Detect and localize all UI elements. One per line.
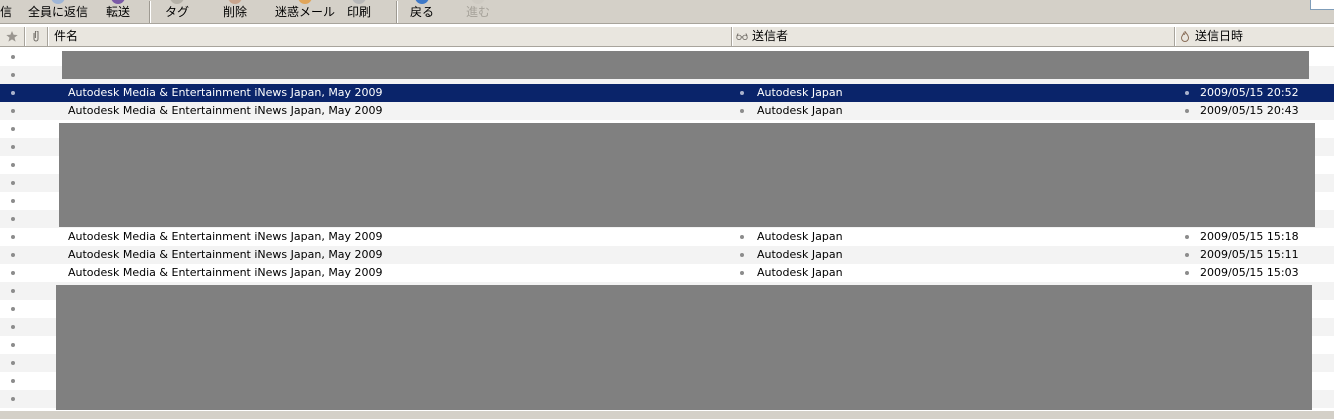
table-row[interactable]: Autodesk Media & Entertainment iNews Jap…: [0, 102, 1334, 120]
junk-label: 迷惑メール: [275, 5, 336, 19]
back-label: 戻る: [410, 5, 435, 19]
message-sender: Autodesk Japan: [757, 86, 843, 99]
message-subject: Autodesk Media & Entertainment iNews Jap…: [68, 86, 383, 99]
message-subject: Autodesk Media & Entertainment iNews Jap…: [68, 104, 383, 117]
column-subject-label: 件名: [54, 29, 79, 43]
column-date[interactable]: 送信日時: [1175, 27, 1334, 46]
unread-dot: [11, 145, 15, 149]
column-sender-label: 送信者: [752, 29, 789, 43]
forward-label: 転送: [106, 5, 131, 19]
unread-dot: [11, 73, 15, 77]
date-dot: [1185, 91, 1189, 95]
message-subject: Autodesk Media & Entertainment iNews Jap…: [68, 248, 383, 261]
message-subject: Autodesk Media & Entertainment iNews Jap…: [68, 266, 383, 279]
back-button[interactable]: 戻る: [410, 0, 435, 22]
unread-dot: [11, 109, 15, 113]
unread-dot: [11, 163, 15, 167]
unread-dot: [11, 271, 15, 275]
sender-dot: [740, 271, 744, 275]
table-row[interactable]: Autodesk Media & Entertainment iNews Jap…: [0, 228, 1334, 246]
tag-icon: [170, 0, 184, 4]
unread-dot: [11, 397, 15, 401]
sender-dot: [740, 235, 744, 239]
sender-dot: [740, 253, 744, 257]
redacted-block: [62, 51, 1309, 79]
forward-button[interactable]: 転送: [106, 0, 131, 22]
message-sender: Autodesk Japan: [757, 230, 843, 243]
printer-icon: [352, 0, 366, 4]
message-date: 2009/05/15 15:03: [1200, 266, 1299, 279]
delete-icon: [228, 0, 242, 4]
reply-button[interactable]: 信: [0, 2, 12, 22]
sender-dot: [740, 109, 744, 113]
message-list-header: 件名 送信者 送信日時: [0, 26, 1334, 47]
date-dot: [1185, 253, 1189, 257]
delete-label: 削除: [223, 5, 248, 19]
column-date-label: 送信日時: [1195, 29, 1244, 43]
message-sender: Autodesk Japan: [757, 266, 843, 279]
reply-all-label: 全員に返信: [28, 5, 89, 19]
print-label: 印刷: [347, 5, 372, 19]
message-sender: Autodesk Japan: [757, 248, 843, 261]
message-date: 2009/05/15 20:43: [1200, 104, 1299, 117]
unread-dot: [11, 325, 15, 329]
unread-dot: [11, 361, 15, 365]
redacted-block: [56, 285, 1312, 411]
column-subject[interactable]: 件名: [48, 27, 732, 46]
junk-icon: [298, 0, 312, 4]
unread-dot: [11, 55, 15, 59]
unread-dot: [11, 235, 15, 239]
column-star[interactable]: [0, 27, 25, 46]
star-icon: [6, 31, 18, 42]
column-sender[interactable]: 送信者: [732, 27, 1175, 46]
unread-dot: [11, 253, 15, 257]
date-dot: [1185, 271, 1189, 275]
unread-dot: [11, 199, 15, 203]
paperclip-icon: [33, 31, 39, 42]
date-dot: [1185, 109, 1189, 113]
message-date: 2009/05/15 20:52: [1200, 86, 1299, 99]
message-sender: Autodesk Japan: [757, 104, 843, 117]
column-attachment[interactable]: [25, 27, 48, 46]
table-row[interactable]: Autodesk Media & Entertainment iNews Jap…: [0, 264, 1334, 282]
search-input[interactable]: [1310, 0, 1334, 10]
tag-button[interactable]: タグ: [165, 0, 190, 22]
unread-dot: [11, 181, 15, 185]
unread-dot: [11, 127, 15, 131]
unread-dot: [11, 289, 15, 293]
message-date: 2009/05/15 15:18: [1200, 230, 1299, 243]
reply-label: 信: [0, 5, 13, 19]
reply-all-icon: [51, 0, 65, 4]
table-row[interactable]: Autodesk Media & Entertainment iNews Jap…: [0, 84, 1334, 102]
delete-button[interactable]: 削除: [223, 0, 248, 22]
glasses-icon: [736, 33, 748, 41]
toolbar-separator: [396, 1, 397, 23]
unread-dot: [11, 217, 15, 221]
unread-dot: [11, 343, 15, 347]
back-arrow-icon: [415, 0, 429, 4]
tag-label: タグ: [165, 5, 190, 19]
toolbar-separator: [149, 1, 150, 23]
date-dot: [1185, 235, 1189, 239]
forward-arrow-icon: [471, 0, 485, 4]
sender-dot: [740, 91, 744, 95]
unread-dot: [11, 91, 15, 95]
forward-nav-label: 進む: [466, 5, 491, 19]
print-button[interactable]: 印刷: [347, 0, 372, 22]
reply-all-button[interactable]: 全員に返信: [28, 0, 89, 22]
junk-button[interactable]: 迷惑メール: [275, 0, 336, 22]
redacted-block: [59, 123, 1315, 227]
unread-dot: [11, 379, 15, 383]
flame-icon: [1180, 31, 1190, 42]
mail-toolbar: 信 全員に返信 転送 タグ 削除 迷惑メール 印刷 戻る 進む: [0, 0, 1334, 24]
forward-nav-button[interactable]: 進む: [466, 0, 491, 22]
forward-icon: [111, 0, 125, 4]
message-subject: Autodesk Media & Entertainment iNews Jap…: [68, 230, 383, 243]
message-date: 2009/05/15 15:11: [1200, 248, 1299, 261]
unread-dot: [11, 307, 15, 311]
table-row[interactable]: Autodesk Media & Entertainment iNews Jap…: [0, 246, 1334, 264]
